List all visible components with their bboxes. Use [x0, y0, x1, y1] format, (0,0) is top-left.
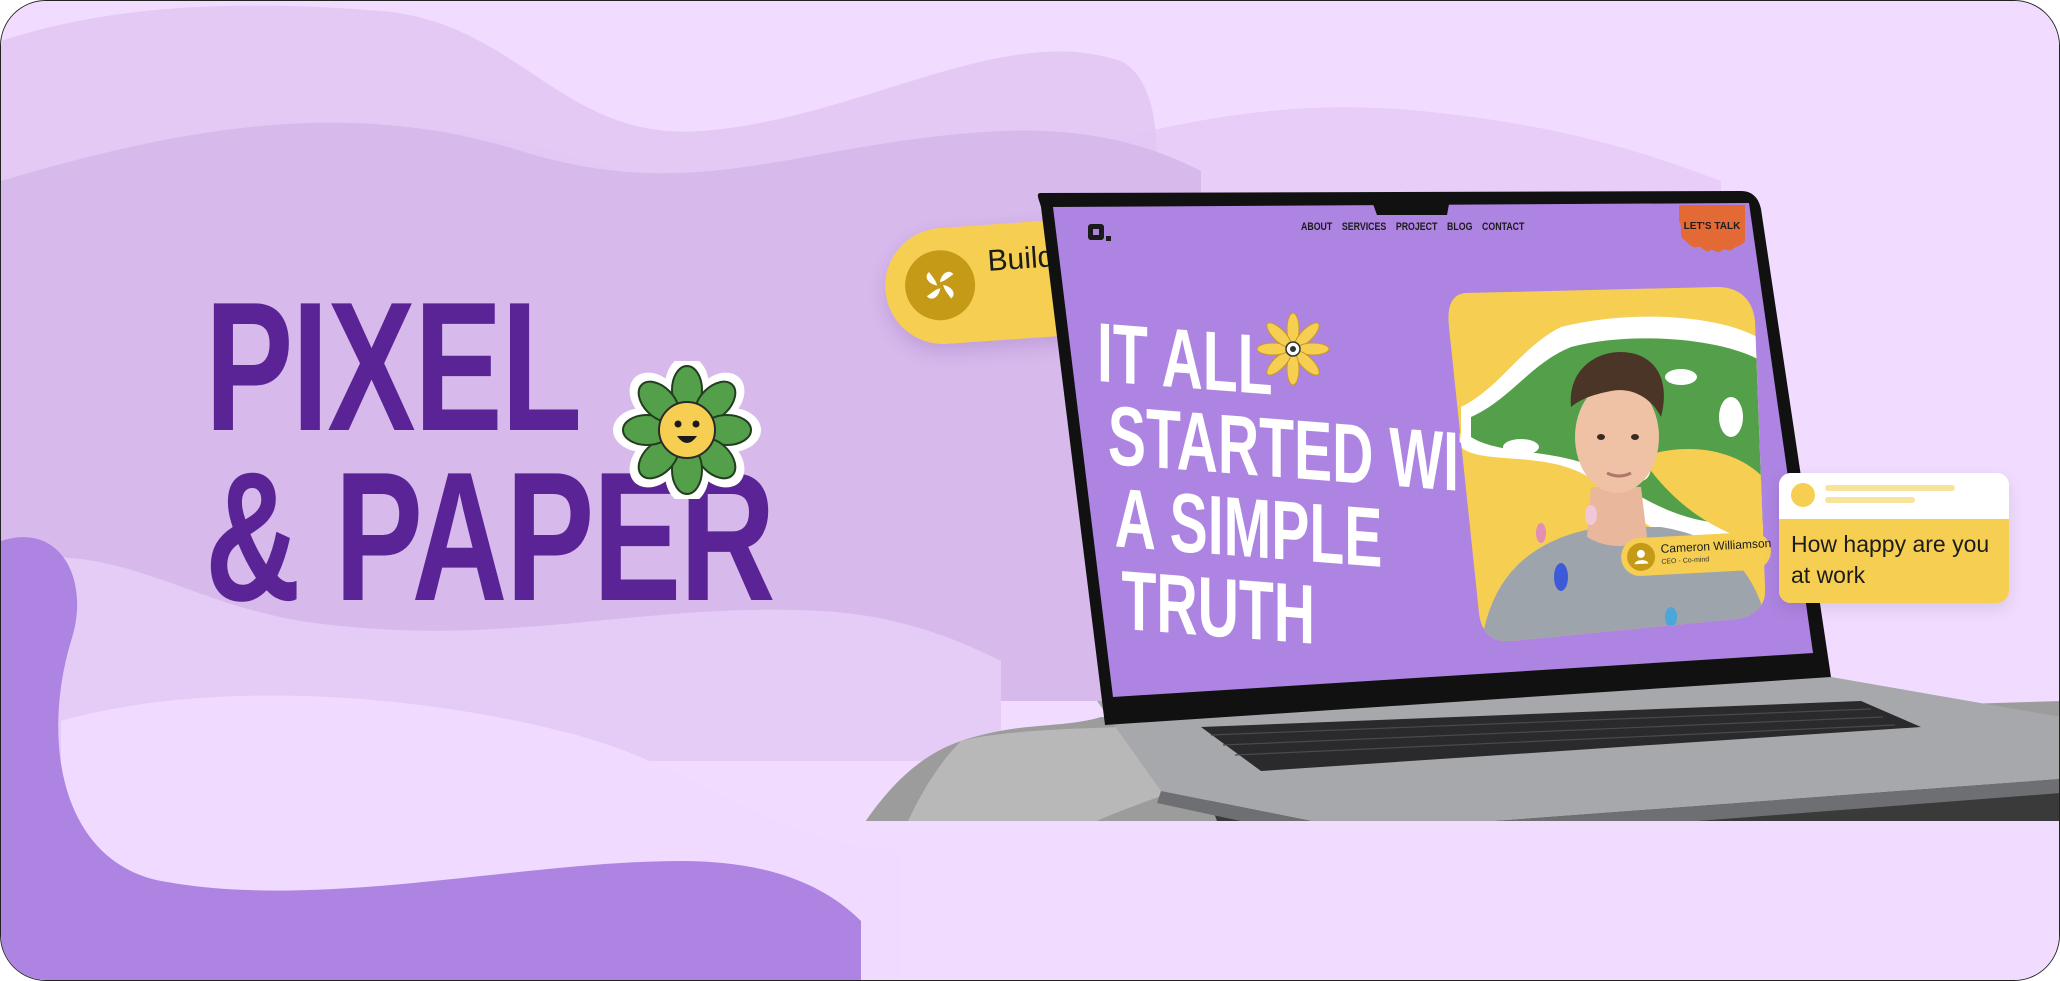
user-avatar-icon	[1626, 542, 1656, 572]
profile-name-card: Cameron Williamson CEO - Co-mind	[1620, 531, 1772, 577]
nav-item-contact[interactable]: CONTACT	[1482, 221, 1524, 233]
yellow-flower-icon	[1256, 312, 1330, 386]
lets-talk-button[interactable]: LET'S TALK	[1675, 201, 1749, 253]
survey-card-header	[1779, 473, 2009, 519]
profile-name: Cameron Williamson	[1660, 536, 1772, 556]
nav-item-services[interactable]: SERVICES	[1342, 221, 1386, 233]
survey-avatar-dot	[1791, 483, 1815, 507]
nav-item-project[interactable]: PROJECT	[1396, 221, 1438, 233]
nav-item-blog[interactable]: BLOG	[1447, 221, 1472, 233]
nav-item-about[interactable]: ABOUT	[1301, 221, 1332, 233]
smiling-flower-icon	[613, 361, 761, 499]
survey-placeholder-line	[1825, 497, 1915, 503]
square-logo-icon	[1088, 224, 1111, 241]
site-nav: ABOUT SERVICES PROJECT BLOG CONTACT	[1301, 221, 1524, 233]
survey-card: How happy are you at work	[1779, 473, 2009, 603]
hero-banner: PIXEL & PAPER Build ABOUT SERVICES PROJE…	[0, 0, 2060, 981]
survey-card-body: How happy are you at work	[1779, 519, 2009, 603]
survey-question: How happy are you at work	[1791, 531, 1990, 588]
lets-talk-label: LET'S TALK	[1683, 221, 1741, 232]
profile-photo	[1448, 287, 1765, 641]
survey-placeholder-line	[1825, 485, 1955, 491]
profile-role: CEO - Co-mind	[1661, 556, 1710, 566]
